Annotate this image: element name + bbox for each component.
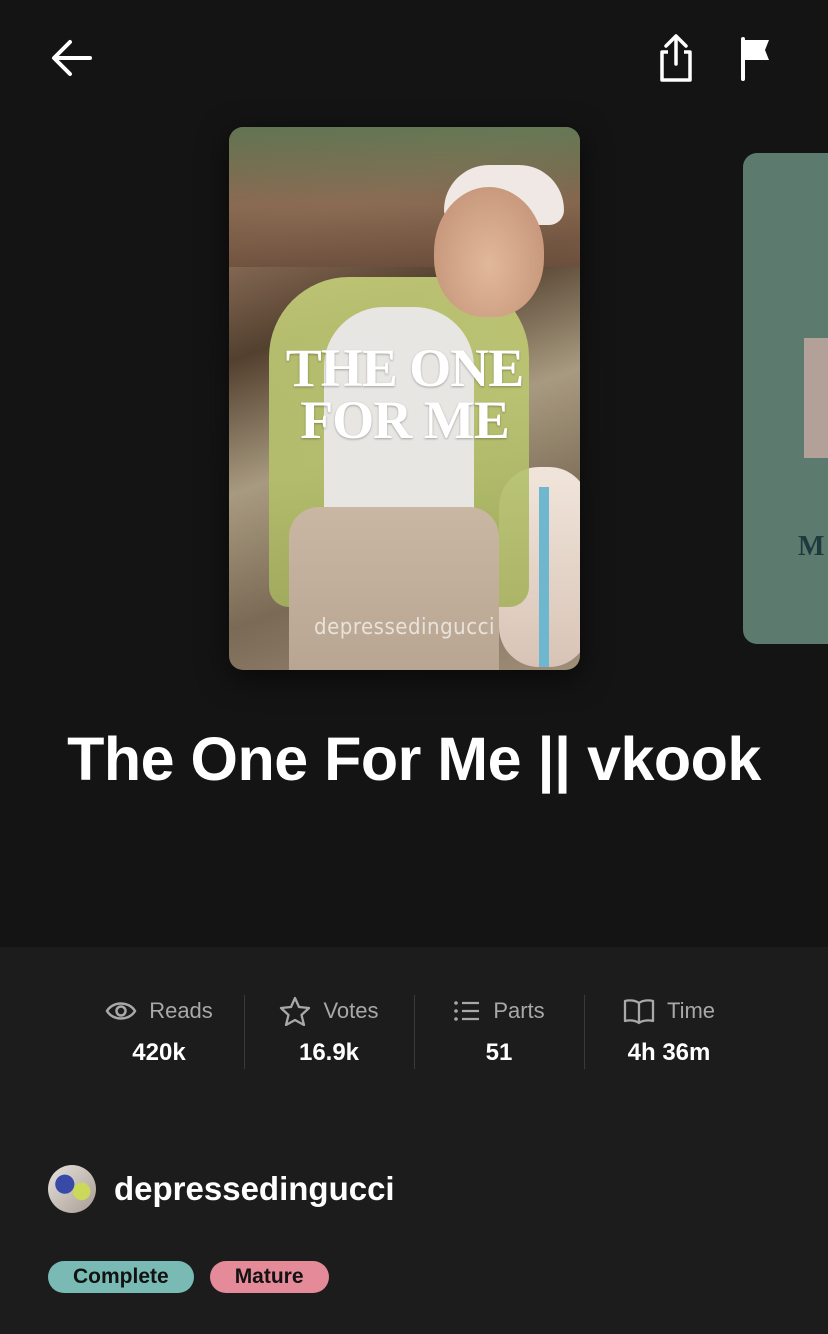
stat-reads: Reads 420k <box>74 993 244 1069</box>
story-title: The One For Me || vkook <box>67 725 761 793</box>
cover-title-line2: FOR ME <box>300 390 509 450</box>
cover-title: THE ONE FOR ME <box>229 338 580 450</box>
cover-pants <box>289 507 499 670</box>
back-button[interactable] <box>42 28 102 88</box>
next-cover-text: M <box>798 531 825 562</box>
arrow-left-icon <box>52 40 92 76</box>
stat-reads-value: 420k <box>132 1039 186 1066</box>
status-badge-mature: Mature <box>209 1261 329 1293</box>
stat-time: Time 4h 36m <box>584 993 754 1069</box>
share-button[interactable] <box>646 28 706 88</box>
star-icon <box>280 996 311 1026</box>
author-name[interactable]: depressedingucci <box>114 1170 395 1208</box>
stat-parts-value: 51 <box>485 1039 513 1066</box>
story-hero: THE ONE FOR ME depressedingucci M The On… <box>0 0 828 947</box>
stats-row: Reads 420k Votes 16.9k Parts 51 Time 4h … <box>74 993 754 1069</box>
book-icon <box>623 999 655 1025</box>
stat-votes: Votes 16.9k <box>244 993 414 1069</box>
cover-title-line1: THE ONE <box>285 338 525 398</box>
story-cover[interactable]: THE ONE FOR ME depressedingucci <box>229 127 580 670</box>
top-bar <box>0 0 828 120</box>
stat-parts-label: Parts <box>493 998 545 1023</box>
flag-icon <box>741 37 769 81</box>
status-badge-complete: Complete <box>48 1261 194 1293</box>
cover-author-mark: depressedingucci <box>314 615 495 640</box>
share-icon <box>660 34 692 82</box>
avatar[interactable] <box>48 1165 96 1213</box>
cover-pole <box>539 487 549 667</box>
report-button[interactable] <box>726 28 786 88</box>
stat-time-value: 4h 36m <box>627 1039 711 1066</box>
story-tags: Complete Mature <box>48 1261 329 1293</box>
next-story-cover[interactable]: M <box>743 153 828 644</box>
eye-icon <box>105 1002 137 1020</box>
stat-parts: Parts 51 <box>414 993 584 1069</box>
next-cover-image <box>804 338 828 458</box>
stat-time-label: Time <box>666 998 716 1023</box>
stat-reads-label: Reads <box>149 998 213 1023</box>
list-icon <box>454 1001 480 1021</box>
stat-votes-label: Votes <box>323 998 379 1023</box>
author-link[interactable]: depressedingucci <box>48 1165 395 1213</box>
cover-face <box>434 187 544 317</box>
stat-votes-value: 16.9k <box>298 1039 360 1066</box>
